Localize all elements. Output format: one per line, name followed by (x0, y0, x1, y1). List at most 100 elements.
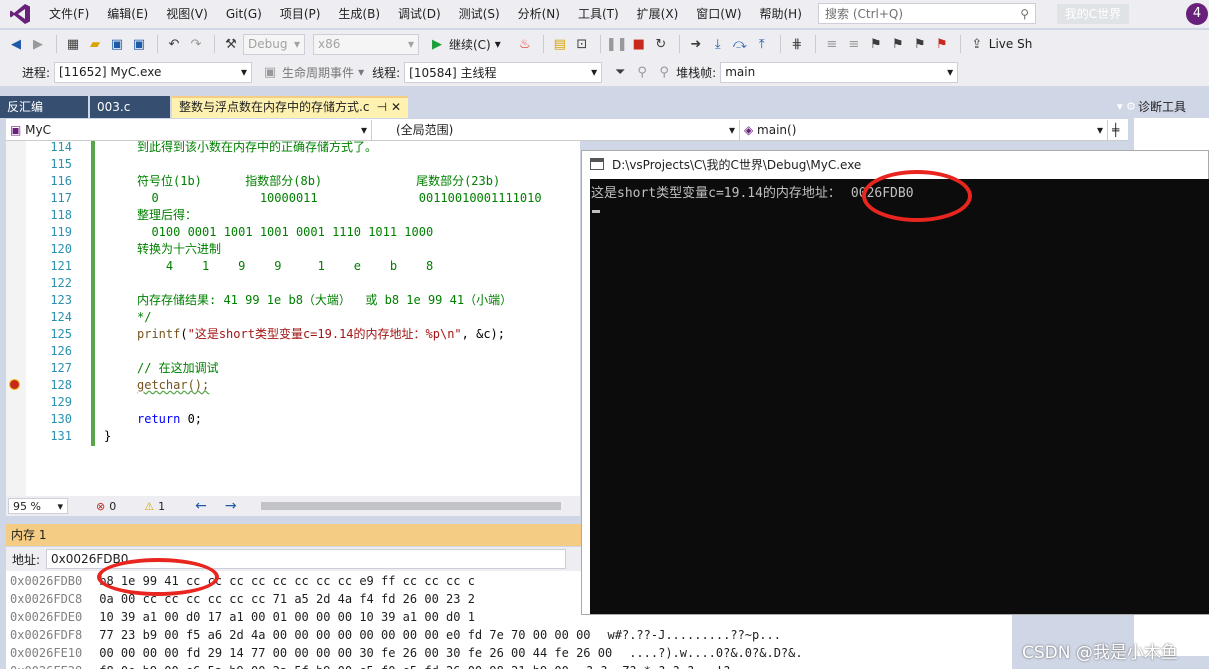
function-select[interactable]: ◈ main() ▾ (740, 119, 1108, 140)
show-next-statement-icon[interactable]: ➜ (686, 34, 706, 54)
pin-icon[interactable]: ⊣ ✕ (377, 98, 401, 118)
error-icon[interactable]: ⊗ (96, 500, 105, 513)
horizontal-scrollbar[interactable] (260, 502, 561, 510)
menu-item-4[interactable]: 项目(P) (271, 0, 330, 28)
line-number: 125 (50, 327, 72, 341)
tab-active-file[interactable]: 整数与浮点数在内存中的存储方式.c ⊣ ✕ (172, 96, 408, 118)
breakpoint-margin[interactable] (6, 141, 26, 496)
menu-item-7[interactable]: 测试(S) (450, 0, 509, 28)
prev-bookmark-icon[interactable]: ⚑ (888, 34, 908, 54)
bookmark-icon[interactable]: ⚑ (866, 34, 886, 54)
flag-icon[interactable]: ⚲ (632, 62, 652, 82)
stackframe-select[interactable]: main ▾ (720, 61, 959, 83)
thread-select[interactable]: [10584] 主线程 ▾ (404, 61, 603, 83)
menu-item-1[interactable]: 编辑(E) (98, 0, 157, 28)
scope-select[interactable]: (全局范围) ▾ (372, 119, 740, 140)
filter-icon[interactable]: ⏷ (610, 62, 630, 82)
redo-icon[interactable]: ↷ (186, 34, 206, 54)
step-into-icon[interactable]: ⤓ (708, 34, 728, 54)
breakpoint-current-line-icon[interactable] (9, 379, 20, 390)
line-number: 117 (50, 191, 72, 205)
code-editor[interactable]: 114 到此得到该小数在内存中的正确存储方式了。 115 116 符号位(1b) 指数部… (6, 141, 580, 496)
tab-003-c[interactable]: 003.c (90, 96, 170, 118)
memory-row: 0x0026FDF8 77 23 b9 00 f5 a6 2d 4a 00 00 … (10, 626, 781, 644)
console-output[interactable]: 这是short类型变量c=19.14的内存地址： 0026FDB0 (590, 179, 1209, 614)
memory-row-ascii (475, 592, 492, 606)
memory-row-address: 0x0026FDC8 (10, 592, 83, 606)
menu-item-0[interactable]: 文件(F) (40, 0, 98, 28)
line-number: 127 (50, 361, 72, 375)
tab-disassembly[interactable]: 反汇编 (0, 96, 88, 118)
code-line: 转换为十六进制 (137, 242, 222, 256)
tab-dropdown-icon[interactable]: ▾ ⚙ (1117, 100, 1136, 113)
forward-icon[interactable]: ▶ (28, 34, 48, 54)
back-icon[interactable]: ◀ (6, 34, 26, 54)
step-out-icon[interactable]: ⤒ (752, 34, 772, 54)
memory-window-title[interactable]: 内存 1 (6, 524, 581, 546)
menu-item-10[interactable]: 扩展(X) (628, 0, 688, 28)
browse-icon[interactable]: ▤ (550, 34, 570, 54)
menu-item-6[interactable]: 调试(D) (389, 0, 450, 28)
memory-row-ascii (475, 574, 492, 588)
lifecycle-events-button[interactable]: 生命周期事件 (282, 64, 354, 81)
platform-select[interactable]: x86 ▾ (313, 33, 419, 55)
warning-icon[interactable]: ⚠ (144, 500, 154, 513)
code-line: 整理后得： (137, 208, 198, 222)
search-input[interactable]: 搜索 (Ctrl+Q) ⚲ (818, 3, 1036, 24)
console-highlight-circle (862, 170, 972, 222)
build-icon[interactable]: ⚒ (221, 34, 241, 54)
process-select[interactable]: [11652] MyC.exe ▾ (54, 61, 253, 83)
nav-forward-icon[interactable]: → (225, 498, 237, 514)
menu-item-8[interactable]: 分析(N) (509, 0, 569, 28)
nav-back-icon[interactable]: ← (195, 498, 207, 514)
menu-item-3[interactable]: Git(G) (217, 0, 271, 28)
save-all-icon[interactable]: ▣ (129, 34, 149, 54)
code-line: 到此得到该小数在内存中的正确存储方式了。 (137, 141, 378, 154)
console-app-icon (590, 158, 604, 170)
save-icon[interactable]: ▣ (107, 34, 127, 54)
memory-row-address: 0x0026FDB0 (10, 574, 83, 588)
code-line: 内存存储结果: 41 99 1e b8（大端） 或 b8 1e 99 41（小端… (137, 293, 513, 307)
new-project-icon[interactable]: ▦ (63, 34, 83, 54)
menu-item-11[interactable]: 窗口(W) (687, 0, 750, 28)
screenshot-icon[interactable]: ⊡ (572, 34, 592, 54)
next-bookmark-icon[interactable]: ⚑ (910, 34, 930, 54)
hot-reload-icon[interactable]: ♨ (515, 34, 535, 54)
pause-icon[interactable]: ❚❚ (606, 34, 628, 54)
undo-icon[interactable]: ↶ (164, 34, 184, 54)
line-number: 120 (50, 242, 72, 256)
config-select[interactable]: Debug ▾ (243, 33, 305, 55)
memory-address-bar: 地址: 0x0026FDB0 (6, 547, 581, 571)
restart-icon[interactable]: ↻ (651, 34, 671, 54)
memory-row: 0x0026FDB0 b8 1e 99 41 cc cc cc cc cc cc … (10, 572, 492, 590)
csdn-watermark: CSDN @我是小木鱼 (1022, 643, 1178, 663)
search-icon: ⚲ (1020, 6, 1029, 21)
zoom-select[interactable]: 95 % ▾ (8, 498, 68, 514)
debug-location-toolbar: 进程: [11652] MyC.exe ▾ ▣ 生命周期事件 ▾ 线程: [105… (0, 58, 1209, 86)
project-select[interactable]: ▣ MyC ▾ (6, 119, 372, 140)
menu-item-12[interactable]: 帮助(H) (751, 0, 811, 28)
diagnostics-title[interactable]: 诊断工具 (1134, 96, 1209, 118)
comment-icon[interactable]: ≡ (822, 34, 842, 54)
menu-item-2[interactable]: 视图(V) (157, 0, 217, 28)
flag-all-icon[interactable]: ⚲ (654, 62, 674, 82)
live-share-icon[interactable]: ⇪ (967, 34, 987, 54)
uncomment-icon[interactable]: ≡ (844, 34, 864, 54)
menu-item-5[interactable]: 生成(B) (329, 0, 389, 28)
live-share-button[interactable]: Live Sh (989, 37, 1033, 51)
stop-icon[interactable]: ■ (629, 34, 649, 54)
hex-display-icon[interactable]: ⋕ (787, 34, 807, 54)
process-label: 进程: (22, 65, 51, 80)
memory-row-address: 0x0026FE28 (10, 664, 82, 669)
error-count: 0 (109, 499, 117, 513)
menu-item-9[interactable]: 工具(T) (569, 0, 628, 28)
line-number: 128 (50, 378, 72, 392)
continue-button[interactable]: 继续(C) (449, 36, 491, 53)
split-icon[interactable]: ╪ (1108, 120, 1128, 140)
memory-row-address: 0x0026FDF8 (10, 628, 83, 642)
continue-icon[interactable]: ▶ (427, 34, 447, 54)
step-over-icon[interactable]: ⤼ (730, 34, 750, 54)
notification-badge[interactable]: 4 (1186, 3, 1208, 25)
open-file-icon[interactable]: ▰ (85, 34, 105, 54)
clear-bookmarks-icon[interactable]: ⚑ (932, 34, 952, 54)
